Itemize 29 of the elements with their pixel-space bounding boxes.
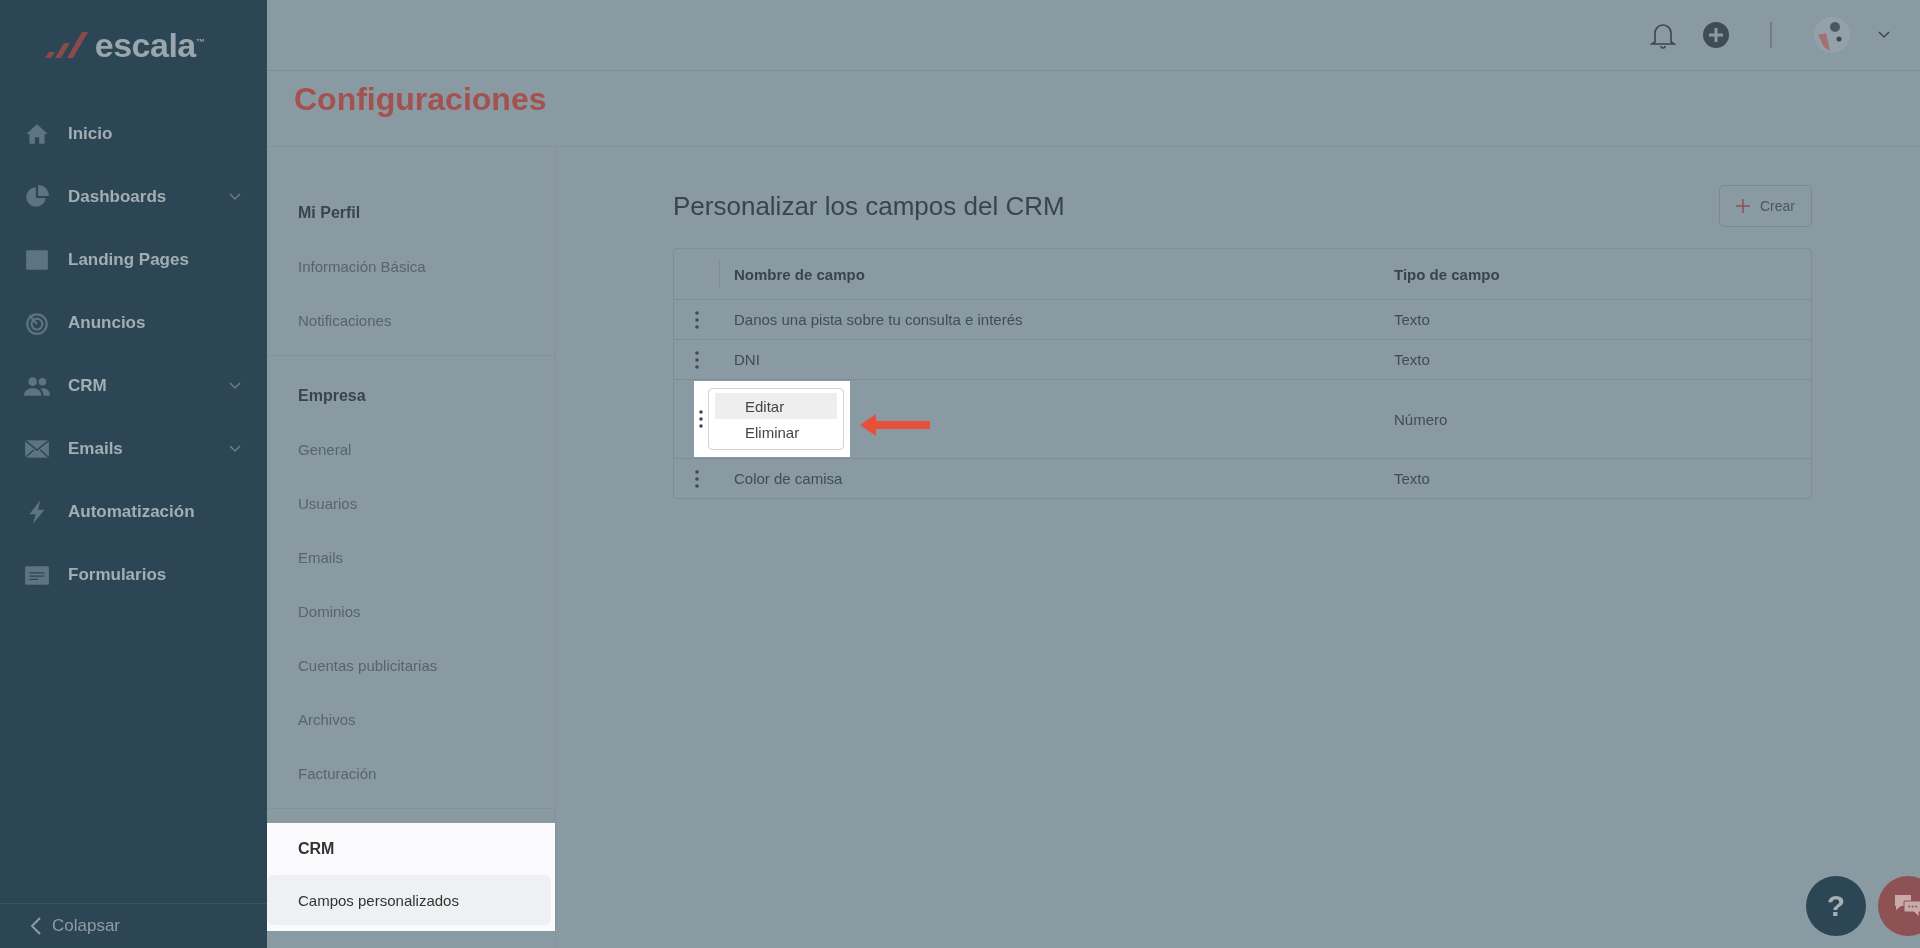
section-heading: Empresa	[297, 386, 367, 406]
table-cell-text: Danos una pista sobre tu consulta e interés	[733, 311, 1024, 328]
table-cell-text: Texto	[1393, 470, 1431, 487]
sidebar-item[interactable]: CRM	[0, 354, 267, 417]
column-header: Tipo de campo	[1393, 264, 1501, 285]
sidebar-item[interactable]: Formularios	[0, 543, 267, 606]
settings-nav-item[interactable]: Campos personalizados	[267, 875, 551, 925]
section-heading: CRM	[297, 839, 336, 859]
menu-item[interactable]: Editar	[715, 393, 837, 419]
create-button[interactable]: Crear	[1719, 185, 1812, 227]
sidebar-item[interactable]: Anuncios	[0, 291, 267, 354]
section-heading: Mi Perfil	[297, 203, 362, 223]
table-cell-text: Color de camisa	[733, 470, 844, 487]
sidebar-item[interactable]: Dashboards	[0, 165, 267, 228]
help-button[interactable]: ?	[1806, 876, 1866, 936]
column-header: Nombre de campo	[733, 264, 866, 285]
table-cell-text: Número	[1393, 410, 1449, 428]
page-title: Configuraciones	[294, 81, 547, 118]
sidebar-item[interactable]: Inicio	[0, 102, 267, 165]
table-cell-text: DNI	[733, 351, 761, 368]
section-title: Personalizar los campos del CRM	[673, 190, 1065, 222]
table-cell-text: Texto	[1393, 311, 1431, 328]
sidebar-item[interactable]: Landing Pages	[0, 228, 267, 291]
logo-text: escala$^{™}$	[94, 25, 205, 65]
sidebar-item[interactable]: Automatización	[0, 480, 267, 543]
table-cell-text: Texto	[1393, 351, 1431, 368]
sidebar-item[interactable]: Emails	[0, 417, 267, 480]
menu-item[interactable]: Eliminar	[715, 419, 837, 445]
collapse-button[interactable]: Colapsar	[0, 903, 267, 948]
